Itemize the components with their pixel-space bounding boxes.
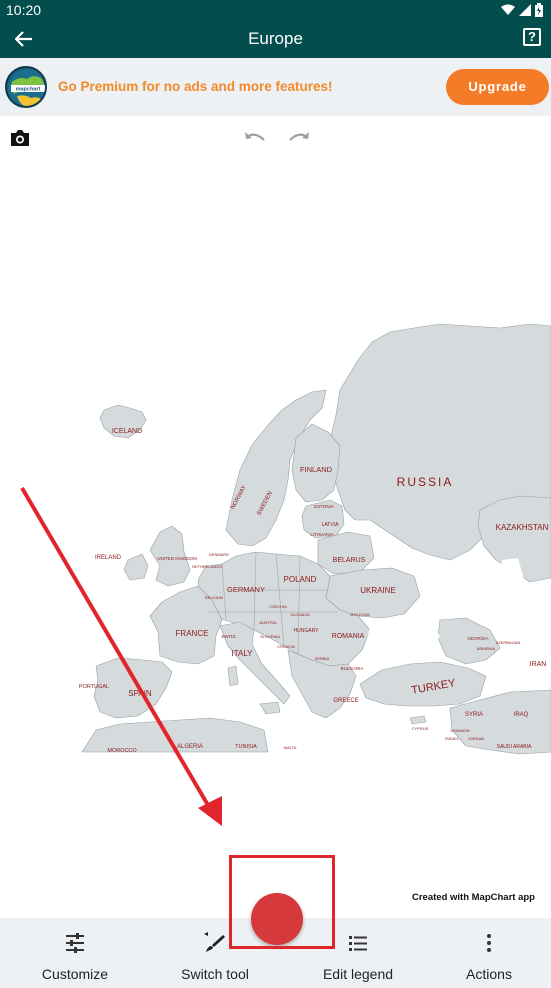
label-ireland: IRELAND (95, 555, 122, 561)
more-vert-icon (487, 934, 491, 952)
label-malta: MALTA (284, 745, 297, 750)
upgrade-button[interactable]: Upgrade (446, 69, 549, 105)
label-greece: GREECE (333, 698, 358, 704)
label-moldova: MOLDOVA (350, 612, 370, 617)
actions-label: Actions (466, 966, 512, 982)
help-button[interactable]: ? (523, 28, 541, 46)
label-ukraine: UKRAINE (360, 586, 396, 595)
europe-map[interactable]: ICELAND FINLAND RUSSIA KAZAKHSTAN NORWAY… (0, 320, 551, 760)
undo-icon (245, 132, 265, 141)
label-belarus: BELARUS (333, 557, 366, 564)
label-united-kingdom: UNITED KINGDOM (157, 556, 197, 561)
redo-button[interactable] (288, 130, 310, 146)
region-cyprus[interactable] (409, 715, 427, 725)
label-hungary: HUNGARY (294, 628, 320, 634)
label-slovenia: SLOVENIA (260, 634, 280, 639)
label-denmark: DENMARK (209, 552, 229, 557)
camera-icon (11, 130, 29, 146)
brush-icon (204, 932, 225, 952)
label-slovakia: SLOVAKIA (290, 612, 310, 617)
region-sardinia[interactable] (227, 665, 239, 687)
label-serbia: SERBIA (315, 656, 330, 661)
label-tunisia: TUNISIA (235, 744, 257, 750)
redo-icon (289, 132, 309, 141)
wifi-icon (501, 4, 515, 15)
label-syria: SYRIA (465, 712, 483, 718)
list-icon (349, 936, 367, 951)
label-iraq: IRAQ (514, 712, 529, 718)
label-iceland: ICELAND (112, 428, 142, 435)
app-bar: Europe ? (0, 20, 551, 58)
label-latvia: LATVIA (322, 522, 340, 528)
label-armenia: ARMENIA (477, 646, 496, 651)
svg-text:mapchart: mapchart (16, 87, 41, 93)
customize-button[interactable]: Customize (20, 918, 130, 988)
region-belarus[interactable] (317, 531, 375, 575)
promo-banner: mapchart Go Premium for no ads and more … (0, 58, 551, 116)
label-bulgaria: BULGARIA (341, 666, 364, 671)
mapchart-logo: mapchart (5, 66, 47, 108)
label-lithuania: LITHUANIA (310, 532, 334, 537)
promo-text: Go Premium for no ads and more features! (58, 79, 333, 94)
label-azerbaijan: AZERBAIJAN (496, 640, 521, 645)
label-cyprus: CYPRUS (412, 726, 429, 731)
status-bar: 10:20 (0, 0, 551, 20)
label-switz: SWITZ. (221, 634, 236, 639)
region-caucasus[interactable] (437, 617, 501, 665)
label-croatia: CROATIA (277, 644, 295, 649)
label-russia: RUSSIA (397, 475, 454, 489)
actions-button[interactable]: Actions (434, 918, 544, 988)
status-icons (501, 3, 543, 17)
battery-icon (535, 3, 543, 17)
label-iran: IRAN (530, 661, 547, 668)
label-saudi-arabia: SAUDI ARABIA (497, 744, 532, 750)
status-time: 10:20 (6, 2, 42, 18)
label-algeria: ALGERIA (177, 744, 203, 750)
label-belgium: BELGIUM (205, 595, 223, 600)
map-credit: Created with MapChart app (412, 892, 535, 903)
label-morocco: MOROCCO (107, 748, 137, 754)
label-italy: ITALY (231, 649, 253, 658)
label-netherlands: NETHERLANDS (192, 564, 222, 569)
label-austria: AUSTRIA (259, 620, 277, 625)
switch-tool-label: Switch tool (181, 966, 249, 982)
label-lebanon: LEBANON (450, 728, 469, 733)
label-spain: SPAIN (128, 689, 152, 698)
label-israel: ISRAEL (445, 736, 460, 741)
undo-button[interactable] (244, 130, 266, 146)
region-ireland[interactable] (123, 553, 149, 581)
label-romania: ROMANIA (332, 633, 365, 640)
label-georgia: GEORGIA (467, 636, 488, 641)
annotation-highlight-box (229, 855, 335, 949)
customize-label: Customize (41, 966, 109, 982)
label-finland: FINLAND (300, 465, 333, 474)
label-jordan: JORDAN (468, 736, 485, 741)
label-kazakhstan: KAZAKHSTAN (496, 523, 549, 532)
screenshot-button[interactable] (10, 129, 30, 147)
help-icon: ? (528, 29, 536, 44)
label-poland: POLAND (284, 575, 317, 584)
page-title: Europe (248, 29, 303, 48)
label-portugal: PORTUGAL (79, 684, 109, 690)
label-france: FRANCE (176, 629, 209, 638)
signal-icon (519, 4, 531, 16)
label-estonia: ESTONIA (314, 504, 334, 509)
label-czechia: CZECHIA (269, 604, 287, 609)
tune-icon (66, 933, 84, 953)
region-sicily[interactable] (259, 701, 281, 715)
edit-legend-label: Edit legend (322, 966, 394, 982)
label-germany: GERMANY (227, 585, 265, 594)
